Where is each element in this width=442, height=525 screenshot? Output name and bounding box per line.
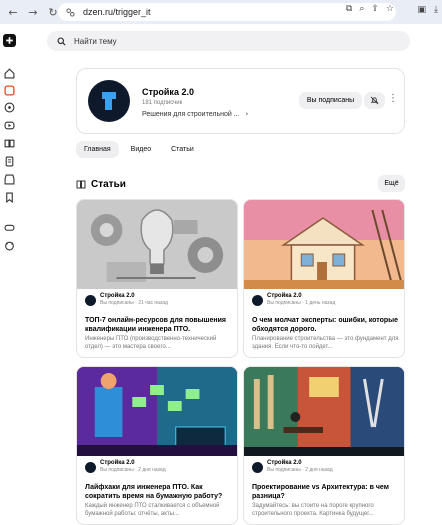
channel-description-text: Решения для строительной ... bbox=[142, 111, 240, 118]
left-nav bbox=[0, 24, 20, 520]
extensions-icon[interactable]: ▣ bbox=[418, 5, 427, 15]
article-meta: Стройка 2.0 Вы подписаны · 1 день назад bbox=[252, 293, 335, 306]
saved-icon[interactable] bbox=[3, 191, 16, 204]
zoom-icon[interactable]: ⌕ bbox=[359, 4, 364, 14]
home-icon[interactable] bbox=[3, 67, 16, 80]
channel-description[interactable]: Решения для строительной ... › bbox=[142, 110, 248, 118]
article-image bbox=[244, 367, 404, 456]
more-articles-button[interactable]: Ещё bbox=[378, 175, 405, 192]
games-icon[interactable] bbox=[3, 221, 16, 234]
author-name[interactable]: Стройка 2.0 bbox=[100, 293, 168, 299]
tab-home[interactable]: Главная bbox=[76, 141, 119, 158]
more-options-icon[interactable]: ⋮ bbox=[388, 93, 398, 104]
article-card[interactable]: Стройка 2.0 Вы подписаны · 2 дня назад Л… bbox=[76, 366, 238, 525]
channel-header-card: Стройка 2.0 181 подписчик Решения для ст… bbox=[76, 68, 405, 134]
channel-tabs: Главная Видео Статьи bbox=[76, 141, 202, 158]
notifications-button[interactable] bbox=[364, 92, 385, 109]
article-snippet: Инженеры ПТО (производственно-технически… bbox=[85, 336, 217, 350]
search-icon bbox=[57, 36, 66, 46]
channel-name[interactable]: Стройка 2.0 bbox=[142, 87, 194, 97]
article-image bbox=[244, 200, 404, 289]
author-name[interactable]: Стройка 2.0 bbox=[267, 293, 335, 299]
download-icon[interactable]: ⤓ bbox=[434, 5, 438, 15]
chevron-right-icon: › bbox=[245, 110, 249, 118]
article-snippet: Планирование строительства — это фундаме… bbox=[252, 336, 399, 350]
url-text: dzen.ru/trigger_it bbox=[83, 7, 151, 17]
author-name[interactable]: Стройка 2.0 bbox=[267, 460, 333, 466]
subscriptions-icon[interactable] bbox=[3, 84, 16, 97]
browser-toolbar: ← → ↻ dzen.ru/trigger_it ⧉ ⌕ ⇪ ☆ ▣ ⤓ bbox=[0, 0, 442, 24]
article-title[interactable]: Проектирование vs Архитектура: в чем раз… bbox=[252, 483, 400, 501]
publish-meta: Вы подписаны · 21 час назад bbox=[100, 300, 168, 306]
share-icon[interactable]: ⇪ bbox=[371, 4, 379, 14]
publish-meta: Вы подписаны · 2 дня назад bbox=[267, 467, 333, 473]
article-image bbox=[77, 200, 237, 289]
translate-icon[interactable]: ⧉ bbox=[346, 4, 352, 14]
article-title[interactable]: ТОП-7 онлайн-ресурсов для повышения квал… bbox=[85, 316, 233, 334]
article-title[interactable]: О чем молчат эксперты: ошибки, которые о… bbox=[252, 316, 400, 334]
article-card[interactable]: Стройка 2.0 Вы подписаны · 1 день назад … bbox=[243, 199, 405, 358]
article-meta: Стройка 2.0 Вы подписаны · 21 час назад bbox=[85, 293, 168, 306]
article-snippet: Каждый инженер ПТО сталкивается с объемн… bbox=[85, 503, 220, 517]
bell-off-icon bbox=[370, 96, 379, 105]
bookmark-star-icon[interactable]: ☆ bbox=[386, 4, 394, 14]
back-arrow-icon[interactable]: ← bbox=[6, 5, 20, 19]
add-icon[interactable] bbox=[3, 34, 16, 47]
stores-icon[interactable] bbox=[3, 173, 16, 186]
article-card[interactable]: Стройка 2.0 Вы подписаны · 21 час назад … bbox=[76, 199, 238, 358]
article-card[interactable]: Стройка 2.0 Вы подписаны · 2 дня назад П… bbox=[243, 366, 405, 525]
article-meta: Стройка 2.0 Вы подписаны · 2 дня назад bbox=[85, 460, 166, 473]
article-snippet: Задумайтесь: вы стоите на пороге крупног… bbox=[252, 503, 374, 517]
section-title: Статьи bbox=[91, 179, 126, 190]
author-name[interactable]: Стройка 2.0 bbox=[100, 460, 166, 466]
author-avatar[interactable] bbox=[85, 295, 96, 306]
author-avatar[interactable] bbox=[85, 462, 96, 473]
author-avatar[interactable] bbox=[252, 462, 263, 473]
publish-meta: Вы подписаны · 1 день назад bbox=[267, 300, 336, 306]
tab-articles[interactable]: Статьи bbox=[163, 141, 202, 158]
article-title[interactable]: Лайфхаки для инженера ПТО. Как сократить… bbox=[85, 483, 233, 501]
kids-icon[interactable] bbox=[3, 239, 16, 252]
articles-icon[interactable] bbox=[3, 137, 16, 150]
tab-video[interactable]: Видео bbox=[123, 141, 159, 158]
explore-icon[interactable] bbox=[3, 101, 16, 114]
subscriber-count: 181 подписчик bbox=[142, 100, 183, 106]
publish-meta: Вы подписаны · 2 дня назад bbox=[100, 467, 166, 473]
article-image bbox=[77, 367, 237, 456]
site-settings-icon[interactable] bbox=[66, 7, 75, 17]
channel-avatar[interactable] bbox=[88, 80, 130, 122]
news-icon[interactable] bbox=[3, 155, 16, 168]
subscribed-button[interactable]: Вы подписаны bbox=[299, 92, 362, 109]
search-input[interactable]: Найти тему bbox=[47, 31, 410, 51]
book-icon bbox=[76, 180, 86, 189]
article-meta: Стройка 2.0 Вы подписаны · 2 дня назад bbox=[252, 460, 333, 473]
search-placeholder: Найти тему bbox=[74, 36, 117, 46]
forward-arrow-icon[interactable]: → bbox=[26, 5, 40, 19]
author-avatar[interactable] bbox=[252, 295, 263, 306]
video-icon[interactable] bbox=[3, 119, 16, 132]
articles-section-header: Статьи bbox=[76, 179, 126, 190]
